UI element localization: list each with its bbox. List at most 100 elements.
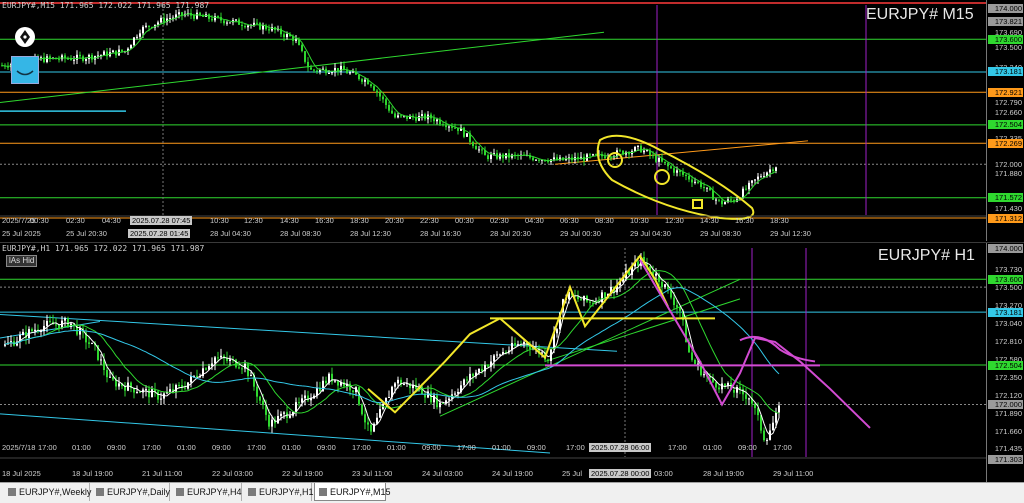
time-label: 02:30 — [66, 216, 85, 225]
candle-body — [88, 342, 90, 344]
candle-body — [55, 324, 57, 326]
candle-body — [85, 59, 87, 61]
candle-body — [139, 33, 141, 37]
candle-body — [763, 430, 765, 441]
price-label: 173.181 — [988, 67, 1023, 77]
chart-tab[interactable]: EURJPY#,Daily — [92, 483, 170, 501]
candle-body — [295, 39, 297, 41]
candle-body — [100, 359, 102, 361]
candle-body — [103, 51, 105, 55]
candle-body — [655, 273, 657, 276]
time-label: 00:30 — [455, 216, 474, 225]
candle-body — [121, 49, 123, 52]
candle-body — [463, 379, 465, 386]
candle-body — [637, 145, 639, 147]
candle-body — [418, 115, 420, 121]
candle-body — [139, 392, 141, 394]
date-label: 22 Jul 19:00 — [282, 469, 323, 478]
candle-body — [151, 389, 153, 398]
candle-body — [436, 119, 438, 122]
candle-body — [637, 261, 639, 266]
candle-body — [367, 422, 369, 425]
time-label: 09:00 — [527, 443, 546, 452]
candle-body — [298, 402, 300, 404]
candle-body — [262, 25, 264, 30]
candle-body — [718, 387, 720, 390]
time-label: 17:00 — [142, 443, 161, 452]
candle-body — [499, 154, 501, 159]
date-label: 29 Jul 04:30 — [630, 229, 671, 238]
candle-body — [91, 54, 93, 60]
chart-tab[interactable]: EURJPY#,H1 — [244, 483, 314, 501]
date-label: 29 Jul 00:30 — [560, 229, 601, 238]
candle-body — [748, 182, 750, 190]
price-label: 173.821 — [988, 17, 1023, 27]
candle-body — [301, 45, 303, 52]
candle-body — [772, 169, 774, 171]
candle-body — [109, 376, 111, 378]
time-label: 01:00 — [703, 443, 722, 452]
candle-body — [157, 391, 159, 400]
price-label: 172.810 — [994, 336, 1022, 346]
candle-body — [766, 439, 768, 441]
candle-body — [556, 329, 558, 334]
price-axis-h1[interactable]: 174.000 173.730 173.600 173.500 173.270 173.1… — [986, 243, 1024, 483]
time-label: 17:00 — [352, 443, 371, 452]
candle-body — [454, 393, 456, 395]
time-label: 16:30 — [735, 216, 754, 225]
candle-body — [706, 187, 708, 189]
candle-body — [217, 357, 219, 359]
chart-tab[interactable]: EURJPY#,M15 — [314, 483, 391, 501]
candle-body — [64, 318, 66, 321]
chart-m15-panel[interactable]: EURJPY#,M15 171.965 172.022 171.965 171.… — [0, 0, 1024, 241]
candle-body — [472, 373, 474, 377]
candle-body — [721, 200, 723, 205]
candle-body — [496, 354, 498, 356]
time-label: 08:30 — [595, 216, 614, 225]
time-label: 04:30 — [525, 216, 544, 225]
candle-body — [193, 15, 195, 19]
candle-body — [754, 179, 756, 181]
chart-m15-canvas[interactable] — [0, 0, 987, 241]
candle-body — [283, 34, 285, 38]
candle-body — [679, 307, 681, 311]
candle-body — [475, 145, 477, 150]
date-label: 18 Jul 19:00 — [72, 469, 113, 478]
candle-body — [778, 405, 780, 413]
time-label: 01:00 — [282, 443, 301, 452]
time-label: 00:30 — [30, 216, 49, 225]
candle-body — [697, 181, 699, 183]
time-label: 09:00 — [317, 443, 336, 452]
candle-body — [691, 352, 693, 360]
candle-body — [142, 26, 144, 34]
hide-objects-button[interactable]: lAs Hid — [6, 255, 38, 267]
candle-body — [592, 154, 594, 156]
candle-body — [481, 149, 483, 151]
candle-body — [535, 159, 537, 161]
candle-body — [49, 320, 51, 322]
candle-body — [715, 382, 717, 388]
fountain-pen-icon[interactable] — [14, 26, 36, 52]
chart-tab[interactable]: EURJPY#,Weekly — [4, 483, 91, 501]
candle-body — [703, 187, 705, 189]
price-axis-m15[interactable]: 174.000173.821173.690173.600173.500173.2… — [986, 0, 1024, 241]
candle-body — [229, 22, 231, 24]
chart-h1-panel[interactable]: EURJPY#,H1 171.965 172.022 171.965 171.9… — [0, 242, 1024, 483]
candle-body — [748, 398, 750, 400]
candle-body — [346, 70, 348, 74]
chart-window-icon — [319, 488, 327, 496]
candle-body — [610, 157, 612, 159]
candle-body — [490, 154, 492, 160]
candle-body — [724, 383, 726, 387]
candle-body — [409, 383, 411, 389]
candle-body — [532, 157, 534, 161]
candle-body — [493, 355, 495, 362]
candle-body — [370, 84, 372, 87]
chart-tab[interactable]: EURJPY#,H4 — [172, 483, 242, 501]
chart-m15-title: EURJPY# M15 — [866, 6, 974, 23]
price-label: 171.303 — [988, 454, 1023, 464]
smile-box-icon[interactable] — [11, 56, 39, 88]
time-label: 10:30 — [210, 216, 229, 225]
price-label: 171.435 — [994, 444, 1022, 454]
candle-body — [436, 395, 438, 408]
